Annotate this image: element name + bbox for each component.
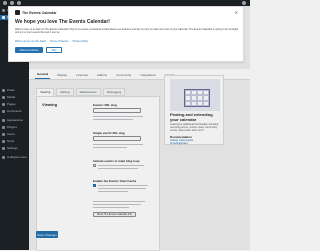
modal-link[interactable]: Where do we use this data? <box>15 40 46 43</box>
modal-link[interactable]: Terms of Service <box>50 40 69 43</box>
close-icon[interactable]: ✕ <box>235 10 238 15</box>
modal-title: We hope you love The Events Calendar! <box>15 19 110 25</box>
skip-button[interactable]: Skip <box>46 47 62 53</box>
modal-link[interactable]: Privacy Policy <box>73 40 89 43</box>
allow-continue-button[interactable]: Allow & Continue <box>15 47 43 53</box>
modal-logo: The Events Calendar <box>15 10 57 15</box>
logo-text: The Events Calendar <box>22 10 57 15</box>
modal-links: Where do we use this data? Terms of Serv… <box>15 40 88 43</box>
calendar-logo-icon <box>15 10 20 15</box>
welcome-modal: The Events Calendar ✕ We hope you love T… <box>8 6 244 62</box>
modal-body: Want to stay up to date on The Events Ca… <box>15 28 239 34</box>
